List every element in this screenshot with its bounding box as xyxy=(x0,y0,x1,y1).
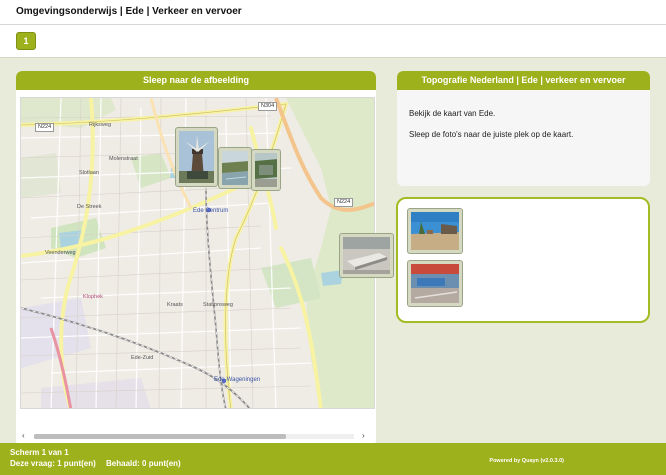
map-label-n304: N304 xyxy=(258,102,278,111)
powered-by-text: Powered by Quayn (v2.0.3.0) xyxy=(489,458,564,464)
scroll-right-icon[interactable]: › xyxy=(362,431,365,441)
map-label-klophek: Klophek xyxy=(83,294,103,300)
map-label-n224: N224 xyxy=(35,123,55,132)
achieved-points: Behaald: 0 punt(en) xyxy=(106,459,181,468)
map-horizontal-scrollbar[interactable]: ‹ › xyxy=(20,431,372,441)
instruction-line-1: Bekijk de kaart van Ede. xyxy=(409,109,496,118)
windmill-photo-icon xyxy=(179,131,214,183)
top-bar: Omgevingsonderwijs | Ede | Verkeer en ve… xyxy=(0,0,666,25)
map-label-de-streek: De Streek xyxy=(77,204,102,210)
photo-bench[interactable] xyxy=(339,233,394,278)
map-label-kraats: Kraats xyxy=(167,302,183,308)
building-photo-icon xyxy=(255,153,277,187)
map-label-ede-wageningen: Ede-Wageningen xyxy=(214,377,261,383)
question-points: Deze vraag: 1 punt(en) xyxy=(10,459,96,468)
map-label-veenderweg: Veenderweg xyxy=(45,250,76,256)
photo-building[interactable] xyxy=(251,149,281,191)
photo-station[interactable] xyxy=(407,260,463,307)
square-photo-icon xyxy=(411,212,459,250)
map-label-slotlaan: Slotlaan xyxy=(79,170,99,176)
scroll-left-icon[interactable]: ‹ xyxy=(22,431,25,441)
status-footer: Scherm 1 van 1 Deze vraag: 1 punt(en) Be… xyxy=(0,443,666,475)
photo-windmill[interactable] xyxy=(175,127,218,187)
photo-square[interactable] xyxy=(407,208,463,254)
map-panel-title: Sleep naar de afbeelding xyxy=(16,71,376,90)
map-label-stationsweg: Stationsweg xyxy=(203,302,233,308)
map-label-rijksweg: Rijksweg xyxy=(89,122,112,128)
map-label-molenstraat: Molenstraat xyxy=(109,156,138,162)
app-title: Omgevingsonderwijs | Ede | Verkeer en ve… xyxy=(16,6,242,17)
screen-indicator: Scherm 1 van 1 xyxy=(10,448,69,457)
scroll-thumb[interactable] xyxy=(34,434,286,439)
instructions-panel: Topografie Nederland | Ede | verkeer en … xyxy=(397,71,650,186)
bench-photo-icon xyxy=(343,237,390,274)
photo-tray[interactable] xyxy=(396,197,650,323)
map-label-ede-centrum: Ede Centrum xyxy=(193,208,229,214)
instructions-panel-title: Topografie Nederland | Ede | verkeer en … xyxy=(397,71,650,90)
station-photo-icon xyxy=(411,264,459,303)
instruction-line-2: Sleep de foto's naar de juiste plek op d… xyxy=(409,130,574,139)
pond-photo-icon xyxy=(222,151,248,185)
nav-bar: 1 xyxy=(0,25,666,58)
photo-pond[interactable] xyxy=(218,147,252,189)
map-label-ede-zuid: Ede-Zuid xyxy=(131,355,154,361)
page-1-button[interactable]: 1 xyxy=(16,32,36,50)
map-label-n224-east: N224 xyxy=(334,198,354,207)
